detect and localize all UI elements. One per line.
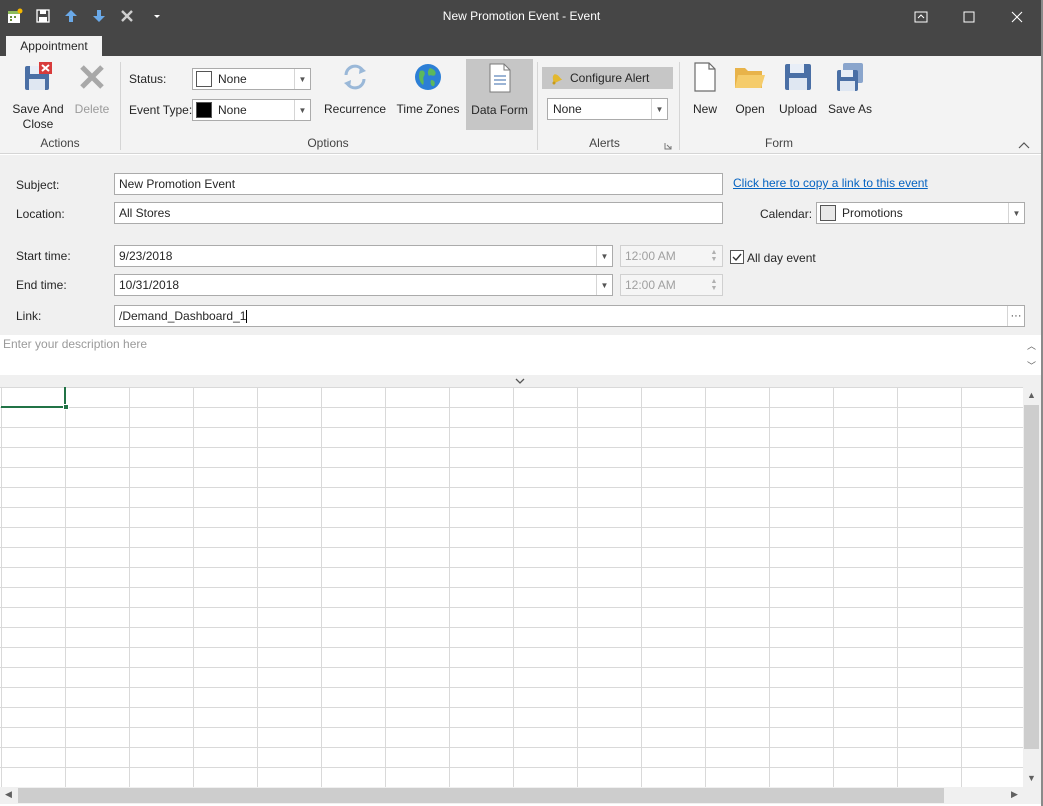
status-dropdown[interactable]: None ▼ [192, 68, 311, 90]
link-browse-ellipsis-icon[interactable]: ··· [1007, 306, 1024, 326]
chevron-down-icon: ▼ [294, 100, 310, 120]
event-type-color-swatch [196, 102, 212, 118]
subject-input[interactable]: New Promotion Event [114, 173, 723, 195]
chevron-down-icon: ▼ [1008, 203, 1024, 223]
event-type-label: Event Type: [129, 103, 193, 117]
group-label-options: Options [307, 136, 349, 150]
upload-button[interactable]: Upload [776, 60, 820, 117]
save-and-close-button[interactable]: Save And Close [10, 60, 66, 132]
subject-label: Subject: [16, 178, 60, 192]
checkmark-icon [732, 253, 742, 262]
vertical-scroll-thumb[interactable] [1024, 405, 1039, 749]
selected-cell[interactable] [1, 387, 66, 408]
end-date-input[interactable]: 10/31/2018 [114, 274, 613, 296]
open-button[interactable]: Open [730, 60, 770, 117]
start-date-input[interactable]: 9/23/2018 [114, 245, 613, 267]
chevron-down-icon: ▼ [651, 99, 667, 119]
scroll-up-icon[interactable]: ▲ [1027, 390, 1036, 400]
copy-link[interactable]: Click here to copy a link to this event [733, 176, 928, 190]
description-placeholder: Enter your description here [3, 337, 148, 351]
folder-icon [733, 60, 767, 94]
fill-handle[interactable] [63, 404, 69, 410]
status-color-swatch [196, 71, 212, 87]
scroll-left-icon[interactable]: ◀ [5, 789, 12, 800]
start-date-dropdown-icon[interactable]: ▼ [596, 246, 612, 266]
end-date-dropdown-icon[interactable]: ▼ [596, 275, 612, 295]
event-type-dropdown[interactable]: None ▼ [192, 99, 311, 121]
new-button[interactable]: New [688, 60, 722, 117]
location-label: Location: [16, 207, 65, 221]
link-input[interactable]: /Demand_Dashboard_1 [114, 305, 1025, 327]
calendar-dropdown[interactable]: Promotions ▼ [816, 202, 1025, 224]
recurrence-button[interactable]: Recurrence [322, 60, 388, 117]
ribbon-tab-strip: Appointment [0, 34, 1043, 57]
status-label: Status: [129, 72, 167, 86]
horizontal-scroll-thumb[interactable] [18, 788, 944, 803]
scroll-down-icon[interactable]: ▼ [1027, 773, 1036, 783]
start-time-spinner-icon[interactable]: ▲ ▼ [706, 245, 722, 267]
globe-icon [411, 60, 445, 94]
splitter[interactable] [0, 375, 1043, 387]
close-window-icon[interactable] [994, 0, 1040, 34]
title-bar: New Promotion Event - Event [0, 0, 1043, 34]
save-close-icon [21, 60, 55, 94]
window-title: New Promotion Event - Event [442, 9, 601, 23]
data-form-button[interactable]: Data Form [466, 59, 533, 130]
chevron-down-icon: ▼ [294, 69, 310, 89]
calendar-color-swatch [820, 205, 836, 221]
ribbon-display-options-icon[interactable] [898, 0, 944, 34]
recurrence-icon [338, 60, 372, 94]
all-day-checkbox[interactable] [730, 250, 744, 264]
group-label-alerts: Alerts [589, 136, 620, 150]
start-time-label: Start time: [16, 249, 71, 263]
end-time-label: End time: [16, 278, 67, 292]
all-day-label: All day event [747, 251, 816, 265]
group-label-form: Form [765, 136, 793, 150]
alert-dropdown[interactable]: None ▼ [547, 98, 668, 120]
save-as-button[interactable]: Save As [826, 60, 874, 117]
scroll-right-icon[interactable]: ▶ [1011, 789, 1018, 800]
description-editor[interactable]: Enter your description here ︿ ﹀ [0, 335, 1043, 375]
location-input[interactable]: All Stores [114, 202, 723, 224]
vertical-scrollbar[interactable]: ▲ ▼ [1023, 387, 1041, 787]
group-label-actions: Actions [40, 136, 80, 150]
link-label: Link: [16, 309, 42, 323]
floppy-upload-icon [781, 60, 815, 94]
document-icon [483, 61, 517, 95]
delete-icon [75, 60, 109, 94]
event-form: Subject: New Promotion Event Click here … [0, 155, 1043, 335]
save-as-icon [833, 60, 867, 94]
horizontal-scrollbar[interactable]: ◀ ▶ [0, 787, 1041, 804]
ribbon: Save And Close Delete Actions Status: No… [0, 56, 1043, 154]
delete-button[interactable]: Delete [72, 60, 112, 117]
new-document-icon [688, 60, 722, 94]
calendar-label: Calendar: [760, 207, 813, 221]
text-caret [246, 310, 248, 324]
spreadsheet-grid[interactable] [0, 387, 1023, 787]
dialog-launcher-icon[interactable] [664, 139, 672, 150]
scroll-down-icon[interactable]: ﹀ [1027, 359, 1036, 372]
configure-alert-button[interactable]: Configure Alert [542, 67, 673, 89]
collapse-ribbon-icon[interactable] [1018, 138, 1030, 149]
end-time-spinner-icon[interactable]: ▲ ▼ [706, 274, 722, 296]
bell-icon [548, 70, 566, 86]
scroll-up-icon[interactable]: ︿ [1027, 339, 1036, 352]
tab-appointment[interactable]: Appointment [6, 36, 102, 57]
time-zones-button[interactable]: Time Zones [394, 60, 462, 117]
maximize-icon[interactable] [946, 0, 992, 34]
